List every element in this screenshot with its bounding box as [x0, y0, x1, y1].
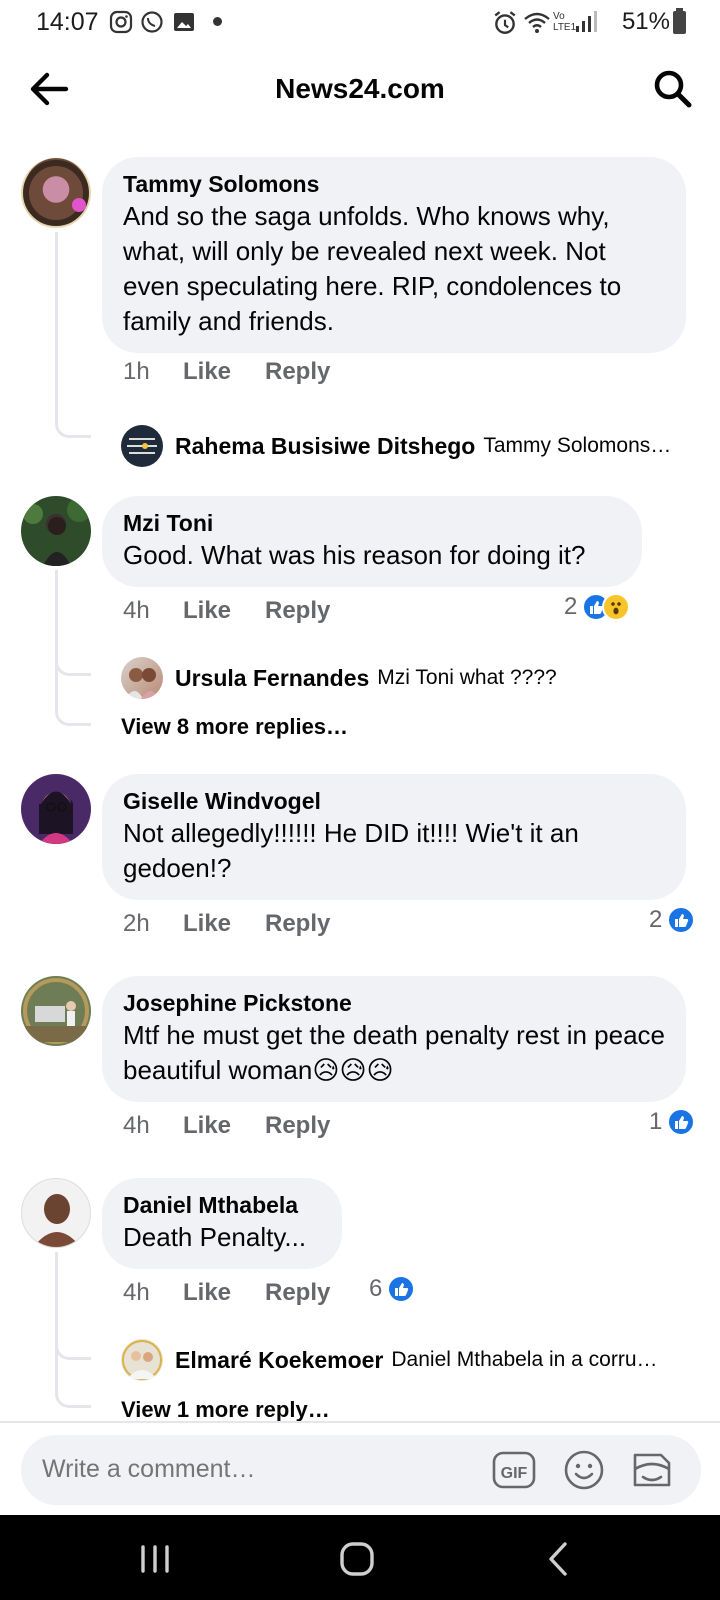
comment-time: 4h — [123, 1112, 150, 1139]
back-icon[interactable] — [537, 1537, 581, 1581]
wow-reaction-icon — [602, 593, 631, 621]
reply-author[interactable]: Rahema Busisiwe Ditshego — [175, 433, 475, 460]
thread-line — [55, 1252, 91, 1408]
notification-dot — [213, 17, 222, 26]
avatar[interactable] — [21, 976, 91, 1046]
reaction-count: 2 — [649, 906, 663, 933]
battery-percent: 51% — [621, 8, 670, 35]
comment-bubble[interactable]: Mzi Toni Good. What was his reason for d… — [102, 496, 642, 587]
reaction-count: 1 — [649, 1108, 663, 1135]
like-button[interactable]: Like — [183, 1279, 265, 1307]
volte-indicator: Vo LTE1 — [553, 11, 577, 33]
like-button[interactable]: Like — [183, 910, 265, 938]
comment-actions: 2h Like Reply — [123, 910, 330, 938]
comment-composer-bar: GIF — [0, 1421, 720, 1515]
comment-author[interactable]: Tammy Solomons — [123, 169, 666, 199]
comment-composer[interactable]: GIF — [21, 1435, 701, 1505]
view-more-replies-link[interactable]: View 1 more reply… — [121, 1397, 330, 1423]
comment-bubble[interactable]: Giselle Windvogel Not allegedly!!!!!! He… — [102, 774, 686, 900]
avatar[interactable] — [21, 496, 91, 566]
reply-button[interactable]: Reply — [265, 1279, 330, 1307]
search-icon[interactable] — [650, 66, 696, 112]
reply-preview[interactable]: Rahema Busisiwe Ditshego Tammy Solomons… — [121, 424, 701, 468]
reply-button[interactable]: Reply — [265, 597, 330, 625]
emoji-icon[interactable] — [561, 1447, 607, 1493]
reaction-summary[interactable]: 6 — [369, 1275, 416, 1303]
reply-author[interactable]: Elmaré Koekemoer — [175, 1347, 383, 1374]
view-more-replies-link[interactable]: View 8 more replies… — [121, 714, 348, 740]
system-navigation-bar — [0, 1515, 720, 1600]
comment-author[interactable]: Josephine Pickstone — [123, 988, 666, 1018]
reaction-summary[interactable]: 2 — [649, 906, 696, 934]
reply-preview[interactable]: Elmaré Koekemoer Daniel Mthabela in a co… — [121, 1338, 701, 1382]
reply-button[interactable]: Reply — [265, 358, 330, 386]
gif-icon[interactable]: GIF — [491, 1447, 537, 1493]
instagram-icon — [109, 10, 133, 34]
avatar — [121, 657, 163, 699]
comment-text: Not allegedly!!!!!! He DID it!!!! Wie't … — [123, 818, 579, 883]
comment-text: Good. What was his reason for doing it? — [123, 540, 586, 570]
comment-time: 4h — [123, 597, 150, 624]
signal-icon — [576, 11, 597, 32]
like-reaction-icon — [667, 906, 696, 934]
gif-label: GIF — [501, 1465, 528, 1482]
avatar[interactable] — [21, 1178, 91, 1248]
wifi-icon — [524, 12, 550, 33]
comment-time: 2h — [123, 910, 150, 937]
page-title: News24.com — [275, 73, 445, 104]
comment-time: 1h — [123, 358, 150, 385]
like-reaction-icon — [667, 1108, 696, 1136]
comment-time: 4h — [123, 1279, 150, 1306]
reply-button[interactable]: Reply — [265, 910, 330, 938]
status-time: 14:07 — [36, 8, 99, 36]
avatar — [121, 1339, 163, 1381]
reaction-summary[interactable]: 1 — [649, 1108, 696, 1136]
comment-input[interactable] — [42, 1455, 482, 1484]
reply-text: Daniel Mthabela in a corru… — [391, 1348, 658, 1371]
reply-preview[interactable]: Ursula Fernandes Mzi Toni what ???? — [121, 656, 701, 700]
comment-author[interactable]: Giselle Windvogel — [123, 786, 666, 816]
sticker-icon[interactable] — [629, 1447, 675, 1493]
battery-icon — [673, 8, 686, 34]
comment-actions: 4h Like Reply — [123, 597, 330, 625]
gallery-icon — [174, 13, 194, 31]
thread-line — [55, 570, 91, 726]
reply-author[interactable]: Ursula Fernandes — [175, 665, 369, 692]
like-button[interactable]: Like — [183, 1112, 265, 1140]
reply-button[interactable]: Reply — [265, 1112, 330, 1140]
thread-line — [55, 232, 91, 438]
whatsapp-icon — [141, 11, 163, 33]
like-reaction-icon — [387, 1275, 416, 1303]
header: News24.com — [0, 46, 720, 136]
avatar — [121, 425, 163, 467]
comment-bubble[interactable]: Josephine Pickstone Mtf he must get the … — [102, 976, 686, 1102]
home-icon[interactable] — [335, 1537, 379, 1581]
alarm-icon — [494, 11, 516, 34]
reply-text: Mzi Toni what ???? — [377, 666, 557, 689]
comment-bubble[interactable]: Daniel Mthabela Death Penalty... — [102, 1178, 342, 1269]
avatar[interactable] — [21, 158, 91, 228]
comment-bubble[interactable]: Tammy Solomons And so the saga unfolds. … — [102, 157, 686, 353]
comment-text: Mtf he must get the death penalty rest i… — [123, 1020, 665, 1085]
comment-author[interactable]: Mzi Toni — [123, 508, 622, 538]
comment-actions: 1h Like Reply — [123, 358, 330, 386]
reaction-count: 6 — [369, 1275, 383, 1302]
like-button[interactable]: Like — [183, 597, 265, 625]
recent-apps-icon[interactable] — [133, 1537, 177, 1581]
reaction-summary[interactable]: 2 — [564, 593, 631, 621]
status-bar: 14:07 Vo LTE1 51% — [0, 0, 720, 46]
comment-author[interactable]: Daniel Mthabela — [123, 1190, 322, 1220]
comment-actions: 4h Like Reply — [123, 1112, 330, 1140]
comment-actions: 4h Like Reply — [123, 1279, 330, 1307]
reply-text: Tammy Solomons… — [483, 434, 672, 457]
avatar[interactable] — [21, 774, 91, 844]
comment-text: Death Penalty... — [123, 1222, 307, 1252]
reaction-count: 2 — [564, 593, 578, 620]
comment-text: And so the saga unfolds. Who knows why, … — [123, 201, 622, 336]
like-button[interactable]: Like — [183, 358, 265, 386]
